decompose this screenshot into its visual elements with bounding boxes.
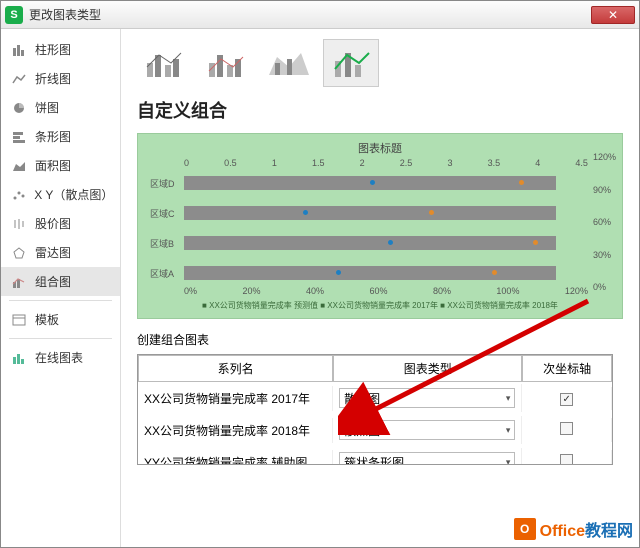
titlebar: S 更改图表类型 ✕: [1, 1, 639, 29]
series-table: 系列名 图表类型 次坐标轴 XX公司货物销量完成率 2017年 散点图 ▾: [137, 354, 613, 465]
chevron-down-icon: ▾: [506, 457, 511, 465]
sidebar-item-label: 饼图: [35, 99, 59, 116]
table-header: 系列名 图表类型 次坐标轴: [138, 355, 612, 382]
sidebar-item-label: X Y（散点图）: [34, 186, 110, 203]
stock-icon: [11, 217, 27, 231]
sidebar-item-area[interactable]: 面积图: [1, 151, 120, 180]
secondary-axis-checkbox[interactable]: [560, 454, 573, 464]
dropdown-value: 散点图: [344, 390, 380, 407]
sidebar-item-label: 柱形图: [35, 41, 71, 58]
sidebar-item-combo[interactable]: 组合图: [1, 267, 120, 296]
bar-row: 区域A: [184, 266, 588, 280]
main-panel: 自定义组合 图表标题 0 0.5 1 1.5 2 2.5 3 3.5 4 4.5…: [121, 29, 639, 547]
sidebar-item-template[interactable]: 模板: [1, 305, 120, 334]
table-row: XX公司货物销量完成率 2017年 散点图 ▾: [138, 382, 612, 414]
subtype-row: [137, 39, 623, 87]
area-icon: [11, 159, 27, 173]
sidebar-item-bar[interactable]: 条形图: [1, 122, 120, 151]
sidebar-separator: [9, 338, 112, 339]
app-icon: S: [5, 6, 23, 24]
axis-bottom: 0% 20% 40% 60% 80% 100% 120%: [144, 280, 616, 296]
sidebar-item-label: 折线图: [35, 70, 71, 87]
dropdown-value: 簇状条形图: [344, 454, 404, 465]
col-chart-type: 图表类型: [333, 355, 522, 382]
radar-icon: [11, 246, 27, 260]
watermark: O Office教程网: [514, 517, 633, 541]
sidebar-item-online[interactable]: 在线图表: [1, 343, 120, 372]
pie-icon: [11, 101, 27, 115]
subtype-clustered-column-line-secondary[interactable]: [199, 39, 255, 87]
template-icon: [11, 313, 27, 327]
sidebar-separator: [9, 300, 112, 301]
create-combo-label: 创建组合图表: [137, 331, 623, 348]
dropdown-value: 散点图: [344, 422, 380, 439]
sidebar-item-label: 组合图: [35, 273, 71, 290]
watermark-text: Office教程网: [540, 517, 633, 541]
sidebar-item-label: 条形图: [35, 128, 71, 145]
chevron-down-icon: ▾: [506, 393, 511, 404]
secondary-axis-checkbox[interactable]: [560, 422, 573, 435]
chart-title: 图表标题: [144, 140, 616, 156]
section-title: 自定义组合: [137, 97, 623, 123]
col-secondary-axis: 次坐标轴: [522, 355, 612, 382]
bars-icon: [11, 43, 27, 57]
table-body: XX公司货物销量完成率 2017年 散点图 ▾ XX公司货物销量完成率 2018…: [138, 382, 612, 464]
series-name-cell: XX公司货物销量完成率 2017年: [138, 386, 333, 411]
chart-preview: 图表标题 0 0.5 1 1.5 2 2.5 3 3.5 4 4.5 120% …: [137, 133, 623, 319]
combo-icon: [11, 275, 27, 289]
subtype-clustered-column-line[interactable]: [137, 39, 193, 87]
dialog-window: S 更改图表类型 ✕ 柱形图 折线图 饼图 条形图: [0, 0, 640, 548]
series-name-cell: YY公司货物销量完成率 辅助图: [138, 450, 333, 465]
scatter-icon: [11, 188, 26, 202]
dialog-body: 柱形图 折线图 饼图 条形图 面积图 X Y（散点图）: [1, 29, 639, 547]
chart-type-dropdown[interactable]: 簇状条形图 ▾: [339, 452, 515, 464]
series-name-cell: XX公司货物销量完成率 2018年: [138, 418, 333, 443]
bar-row: 区域C: [184, 206, 588, 220]
sidebar-item-stock[interactable]: 股价图: [1, 209, 120, 238]
sidebar-item-line[interactable]: 折线图: [1, 64, 120, 93]
chart-bars: 区域D 区域C 区域B 区域A: [144, 174, 616, 280]
bar-row: 区域B: [184, 236, 588, 250]
chart-type-dropdown[interactable]: 散点图 ▾: [339, 388, 515, 408]
sidebar-item-label: 雷达图: [35, 244, 71, 261]
table-row: YY公司货物销量完成率 辅助图 簇状条形图 ▾: [138, 446, 612, 464]
axis-top: 0 0.5 1 1.5 2 2.5 3 3.5 4 4.5: [144, 156, 616, 168]
axis-right: 120% 90% 60% 30% 0%: [593, 152, 616, 292]
bar-row: 区域D: [184, 176, 588, 190]
line-icon: [11, 72, 27, 86]
sidebar-item-pie[interactable]: 饼图: [1, 93, 120, 122]
hbar-icon: [11, 130, 27, 144]
sidebar-item-column[interactable]: 柱形图: [1, 35, 120, 64]
close-icon: ✕: [608, 8, 618, 22]
chevron-down-icon: ▾: [506, 425, 511, 436]
sidebar-item-radar[interactable]: 雷达图: [1, 238, 120, 267]
chart-type-sidebar: 柱形图 折线图 饼图 条形图 面积图 X Y（散点图）: [1, 29, 121, 547]
online-icon: [11, 351, 27, 365]
secondary-axis-checkbox[interactable]: [560, 393, 573, 406]
chart-legend: ■ XX公司货物销量完成率 预测值 ■ XX公司货物销量完成率 2017年 ■ …: [144, 300, 616, 311]
chart-type-dropdown[interactable]: 散点图 ▾: [339, 420, 515, 440]
subtype-stacked-area-column[interactable]: [261, 39, 317, 87]
watermark-icon: O: [514, 518, 536, 540]
table-row: XX公司货物销量完成率 2018年 散点图 ▾: [138, 414, 612, 446]
col-series-name: 系列名: [138, 355, 333, 382]
sidebar-item-scatter[interactable]: X Y（散点图）: [1, 180, 120, 209]
subtype-custom-combo[interactable]: [323, 39, 379, 87]
sidebar-item-label: 面积图: [35, 157, 71, 174]
sidebar-item-label: 在线图表: [35, 349, 83, 366]
close-button[interactable]: ✕: [591, 6, 635, 24]
sidebar-item-label: 股价图: [35, 215, 71, 232]
sidebar-item-label: 模板: [35, 311, 59, 328]
window-title: 更改图表类型: [29, 6, 101, 23]
